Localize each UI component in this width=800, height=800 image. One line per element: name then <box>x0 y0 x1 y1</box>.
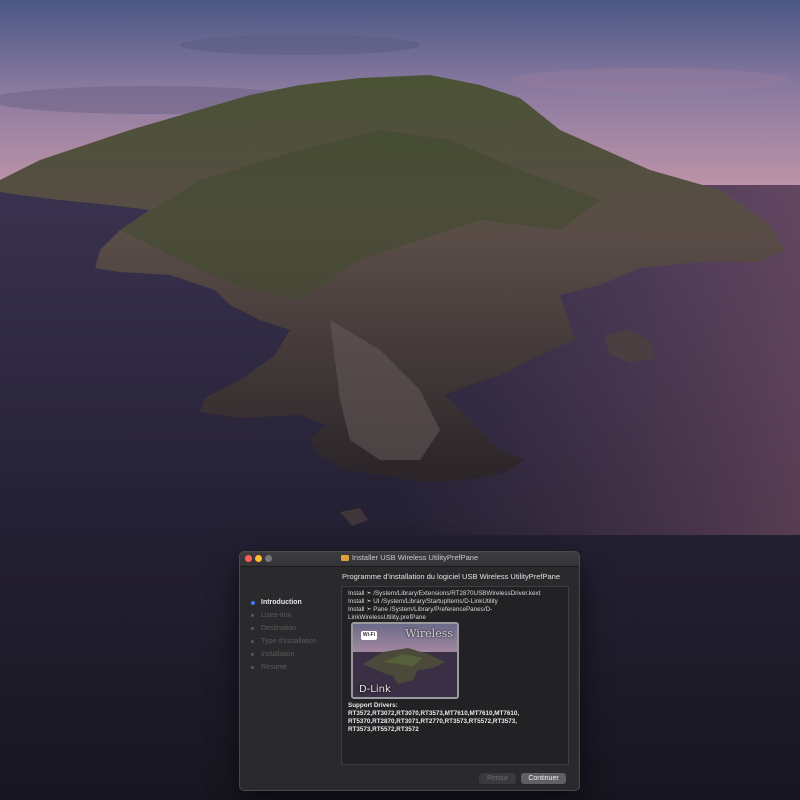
step-destination: Destination <box>250 622 340 635</box>
step-installation: Installation <box>250 648 340 661</box>
content-pane[interactable]: Install ➣ /System/Library/Extensions/RT2… <box>341 586 569 765</box>
window-title: Installer USB Wireless UtilityPrefPane <box>240 553 579 562</box>
install-line: Install ➣ UI /System/Library/StartupItem… <box>348 598 498 605</box>
wifi-badge-icon: Wi-Fi <box>361 631 377 640</box>
back-button[interactable]: Retour <box>479 773 516 784</box>
support-drivers-section: Support Drivers: RT3572,RT3072,RT3070,RT… <box>348 702 564 734</box>
step-label: Installation <box>261 651 295 658</box>
step-bullet-icon <box>250 600 255 605</box>
support-drivers-line: RT3572,RT3072,RT3070,RT3573,MT7610,MT761… <box>348 710 520 717</box>
step-bullet-icon <box>251 653 254 656</box>
package-icon <box>340 555 349 561</box>
step-label: Destination <box>261 625 297 632</box>
steps-sidebar: Introduction Lisez-moi Destination Type … <box>250 596 340 674</box>
step-resume: Résumé <box>250 661 340 674</box>
step-bullet-icon <box>251 627 254 630</box>
title-bar[interactable]: Installer USB Wireless UtilityPrefPane <box>240 552 579 567</box>
step-label: Lisez-moi <box>261 612 291 619</box>
installer-window: Installer USB Wireless UtilityPrefPane P… <box>239 551 580 791</box>
support-drivers-line: RT3573,RT5572,RT3572 <box>348 726 419 733</box>
window-title-text: Installer USB Wireless UtilityPrefPane <box>351 553 479 562</box>
logo-brand-text: D-Link <box>359 684 391 695</box>
step-label: Résumé <box>261 664 288 671</box>
step-lisez-moi: Lisez-moi <box>250 609 340 622</box>
installer-heading: Programme d’installation du logiciel USB… <box>342 572 561 581</box>
step-bullet-icon <box>251 666 254 669</box>
logo-wireless-text: Wireless <box>405 627 453 640</box>
continue-button[interactable]: Continuer <box>521 773 566 784</box>
d-link-wireless-logo: Wi-Fi Wireless D-Link <box>351 622 459 699</box>
support-drivers-title: Support Drivers: <box>348 702 398 709</box>
step-label: Type d’installation <box>261 638 317 645</box>
step-bullet-icon <box>251 640 254 643</box>
step-label: Introduction <box>261 599 302 606</box>
step-bullet-icon <box>251 614 254 617</box>
install-line: Install ➣ /System/Library/Extensions/RT2… <box>348 590 541 597</box>
step-introduction: Introduction <box>250 596 340 609</box>
step-type-installation: Type d’installation <box>250 635 340 648</box>
install-line: Install ➣ Pane /System/Library/Preferenc… <box>348 606 493 613</box>
support-drivers-line: RT5370,RT2870,RT3071,RT2770,RT3573,RT557… <box>348 718 518 725</box>
install-line: LinkWirelessUtility.prefPane <box>348 614 426 621</box>
